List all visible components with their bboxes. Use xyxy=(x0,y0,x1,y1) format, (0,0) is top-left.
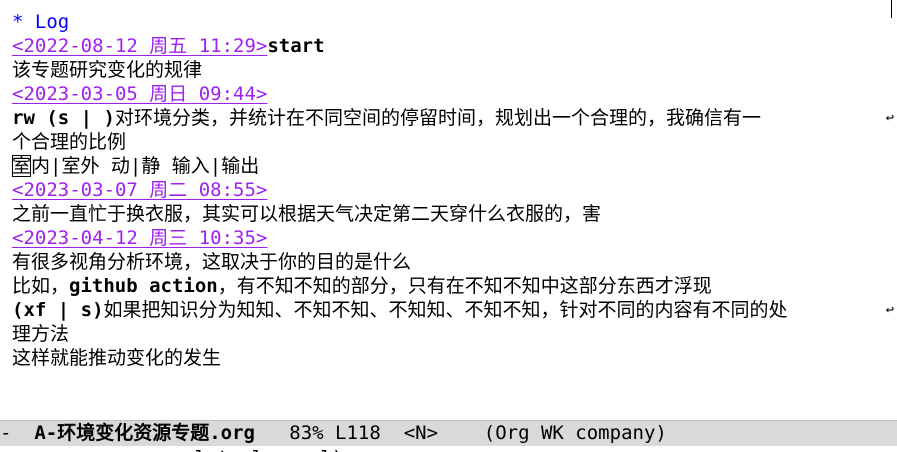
timestamp-link[interactable]: <2023-03-05 周日 09:44> xyxy=(12,83,267,105)
timestamp-link[interactable]: <2023-03-07 周二 08:55> xyxy=(12,179,267,201)
log-entry: <2023-03-07 周二 08:55> xyxy=(12,178,883,202)
body-line-wrapped: 理方法 xyxy=(12,323,70,345)
body-line: 该专题研究变化的规律 xyxy=(12,59,203,81)
body-line: 室内|室外 动|静 输入|输出 xyxy=(12,154,883,178)
body-text: 内|室外 动|静 输入|输出 xyxy=(31,155,260,177)
text-cursor: 室 xyxy=(12,155,32,177)
body-line: 有很多视角分析环境，这取决于你的目的是什么 xyxy=(12,251,412,273)
modeline-prefix: - xyxy=(0,422,35,444)
major-minor-modes[interactable]: (Org WK company) xyxy=(484,422,667,444)
inline-code: rw (s | ) xyxy=(12,107,115,129)
body-line-wrapped: 个合理的比例 xyxy=(12,131,127,153)
log-entry: <2022-08-12 周五 11:29>start xyxy=(12,34,883,58)
body-text: 如果把知识分为知知、不知不知、不知知、不知不知，针对不同的内容有不同的处 xyxy=(103,299,788,321)
org-buffer[interactable]: * Log <2022-08-12 周五 11:29>start 该专题研究变化… xyxy=(12,10,883,370)
buffer-position: 83% L118 xyxy=(289,422,381,444)
log-entry: <2023-03-05 周日 09:44> xyxy=(12,82,883,106)
body-text: 对环境分类，并统计在不同空间的停留时间，规划出一个合理的，我确信有一 xyxy=(114,107,761,129)
evil-state: <N> xyxy=(403,422,439,444)
body-line: (xf | s)如果把知识分为知知、不知不知、不知知、不知不知，针对不同的内容有… xyxy=(12,298,883,322)
org-heading[interactable]: * Log xyxy=(12,10,883,34)
wrap-arrow-icon: ↩ xyxy=(885,110,895,126)
inline-code: github action xyxy=(69,275,218,297)
body-text: 比如， xyxy=(12,275,70,297)
body-text: ，有不知不知的部分，只有在不知不知中这部分东西才浮现 xyxy=(217,275,712,297)
echo-area: l t l l) xyxy=(0,446,897,452)
mode-line[interactable]: - A-环境变化资源专题.org 83% L118 <N> (Org WK co… xyxy=(0,420,897,446)
timestamp-link[interactable]: <2023-04-12 周三 10:35> xyxy=(12,227,267,249)
timestamp-link[interactable]: <2022-08-12 周五 11:29> xyxy=(12,35,267,57)
body-line: 之前一直忙于换衣服，其实可以根据天气决定第二天穿什么衣服的，害 xyxy=(12,203,602,225)
buffer-name[interactable]: A-环境变化资源专题.org xyxy=(34,422,255,444)
log-entry: <2023-04-12 周三 10:35> xyxy=(12,226,883,250)
entry-text: start xyxy=(267,35,325,57)
inline-code: (xf | s) xyxy=(12,299,104,321)
body-line: rw (s | )对环境分类，并统计在不同空间的停留时间，规划出一个合理的，我确… xyxy=(12,106,883,130)
window-divider xyxy=(891,0,892,18)
body-line: 这样就能推动变化的发生 xyxy=(12,347,222,369)
body-line: 比如，github action，有不知不知的部分，只有在不知不知中这部分东西才… xyxy=(12,274,883,298)
wrap-arrow-icon: ↩ xyxy=(885,302,895,318)
